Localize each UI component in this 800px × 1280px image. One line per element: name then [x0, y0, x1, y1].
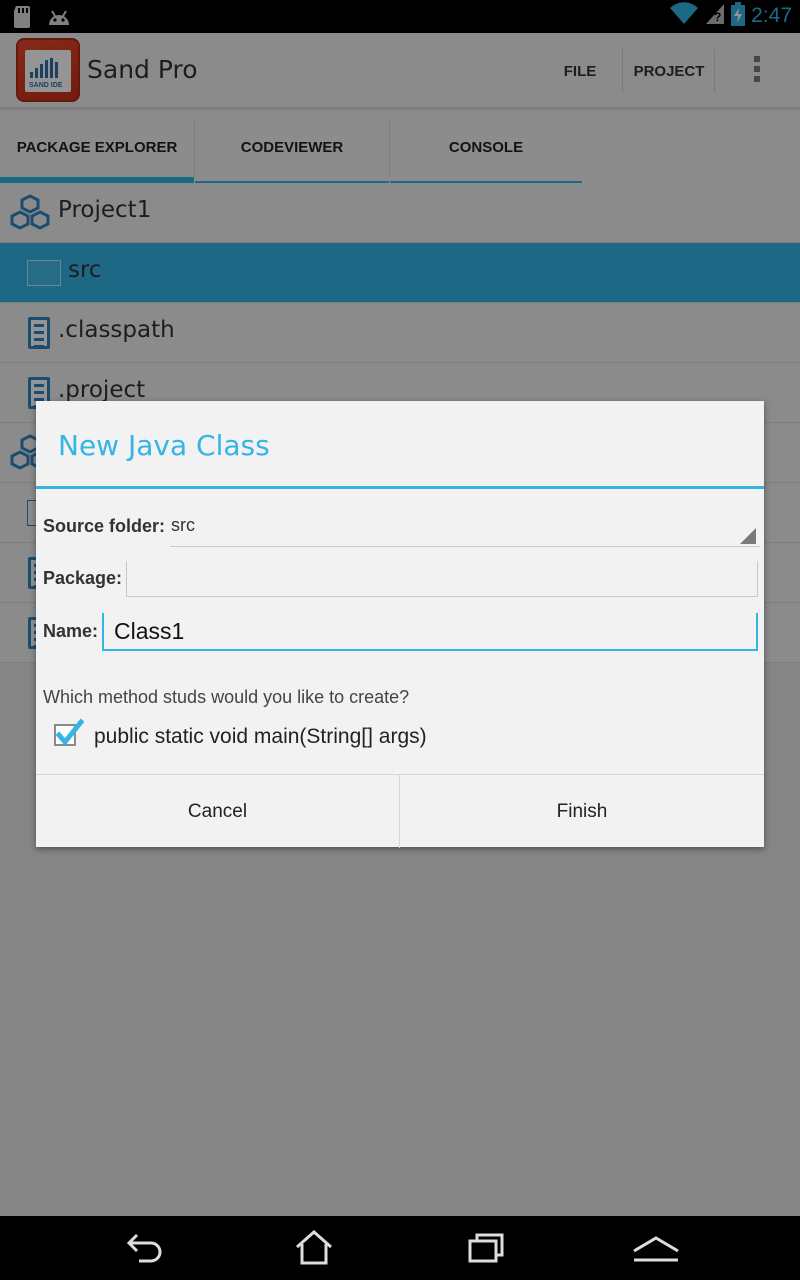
- spinner-arrow-icon: [740, 528, 756, 544]
- checkmark-icon: [55, 718, 84, 746]
- name-label: Name:: [43, 621, 99, 641]
- cancel-button[interactable]: Cancel: [36, 775, 399, 848]
- navigation-bar: [0, 1216, 800, 1280]
- source-folder-value: src: [171, 515, 195, 535]
- finish-button[interactable]: Finish: [400, 775, 764, 848]
- package-label: Package:: [43, 568, 123, 588]
- source-folder-spinner[interactable]: src: [170, 511, 760, 547]
- back-icon[interactable]: [115, 1224, 175, 1272]
- main-method-label[interactable]: public static void main(String[] args): [94, 725, 427, 749]
- dialog-title: New Java Class: [58, 429, 270, 462]
- recent-apps-icon[interactable]: [456, 1224, 516, 1272]
- menu-collapse-icon[interactable]: [626, 1224, 686, 1272]
- class-name-input[interactable]: [102, 613, 758, 651]
- new-java-class-dialog: New Java Class Source folder: src Packag…: [36, 401, 764, 848]
- source-folder-label: Source folder:: [43, 516, 166, 536]
- package-input[interactable]: [126, 561, 758, 597]
- dialog-button-bar: Cancel Finish: [36, 774, 764, 848]
- home-icon[interactable]: [284, 1224, 344, 1272]
- dialog-title-divider: [36, 486, 764, 489]
- method-stubs-question: Which method studs would you like to cre…: [43, 687, 410, 707]
- main-method-checkbox[interactable]: [54, 718, 84, 746]
